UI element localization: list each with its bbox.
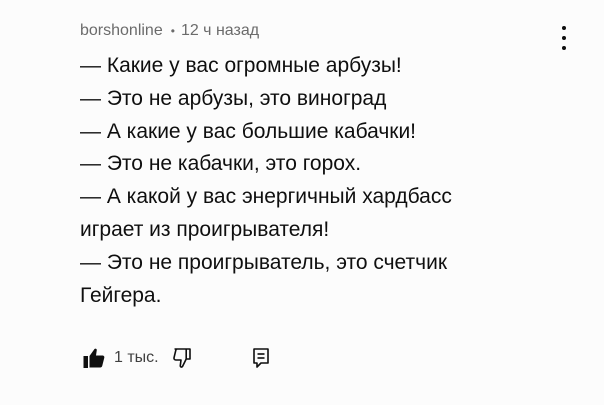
comment-line: — А какие у вас большие кабачки! <box>80 119 417 143</box>
comment-line: — А какой у вас энергичный хардбасс <box>80 185 452 209</box>
menu-dot <box>562 36 566 40</box>
comment-line: — Какие у вас огромные арбузы! <box>80 54 402 77</box>
more-vert-icon[interactable] <box>556 26 572 50</box>
dislike-button[interactable] <box>169 344 197 372</box>
comment-actions: 1 тыс. <box>80 344 275 372</box>
author-name[interactable]: borshonline <box>80 22 163 40</box>
comment-time[interactable]: 12 ч назад <box>181 22 259 40</box>
comment-line: — Это не кабачки, это горох. <box>80 152 362 176</box>
reply-button[interactable] <box>247 344 275 372</box>
comment-header: borshonline • 12 ч назад <box>80 21 259 41</box>
thumb-up-icon <box>83 348 105 368</box>
like-button[interactable] <box>80 344 108 372</box>
comment-line: — Это не проигрыватель, это счетчик <box>80 250 448 274</box>
comment-line: Гейгера. <box>80 283 162 307</box>
comment-line: играет из проигрывателя! <box>80 217 330 241</box>
like-count: 1 тыс. <box>114 349 159 366</box>
header-separator: • <box>170 24 175 38</box>
comment-card: borshonline • 12 ч назад — Какие у вас о… <box>0 0 604 405</box>
thumb-down-icon <box>172 348 191 368</box>
comment-text: — Какие у вас огромные арбузы! — Это не … <box>80 50 580 312</box>
comment-line: — Это не арбузы, это виноград <box>80 86 387 110</box>
menu-dot <box>562 26 566 30</box>
reply-icon <box>252 348 269 368</box>
